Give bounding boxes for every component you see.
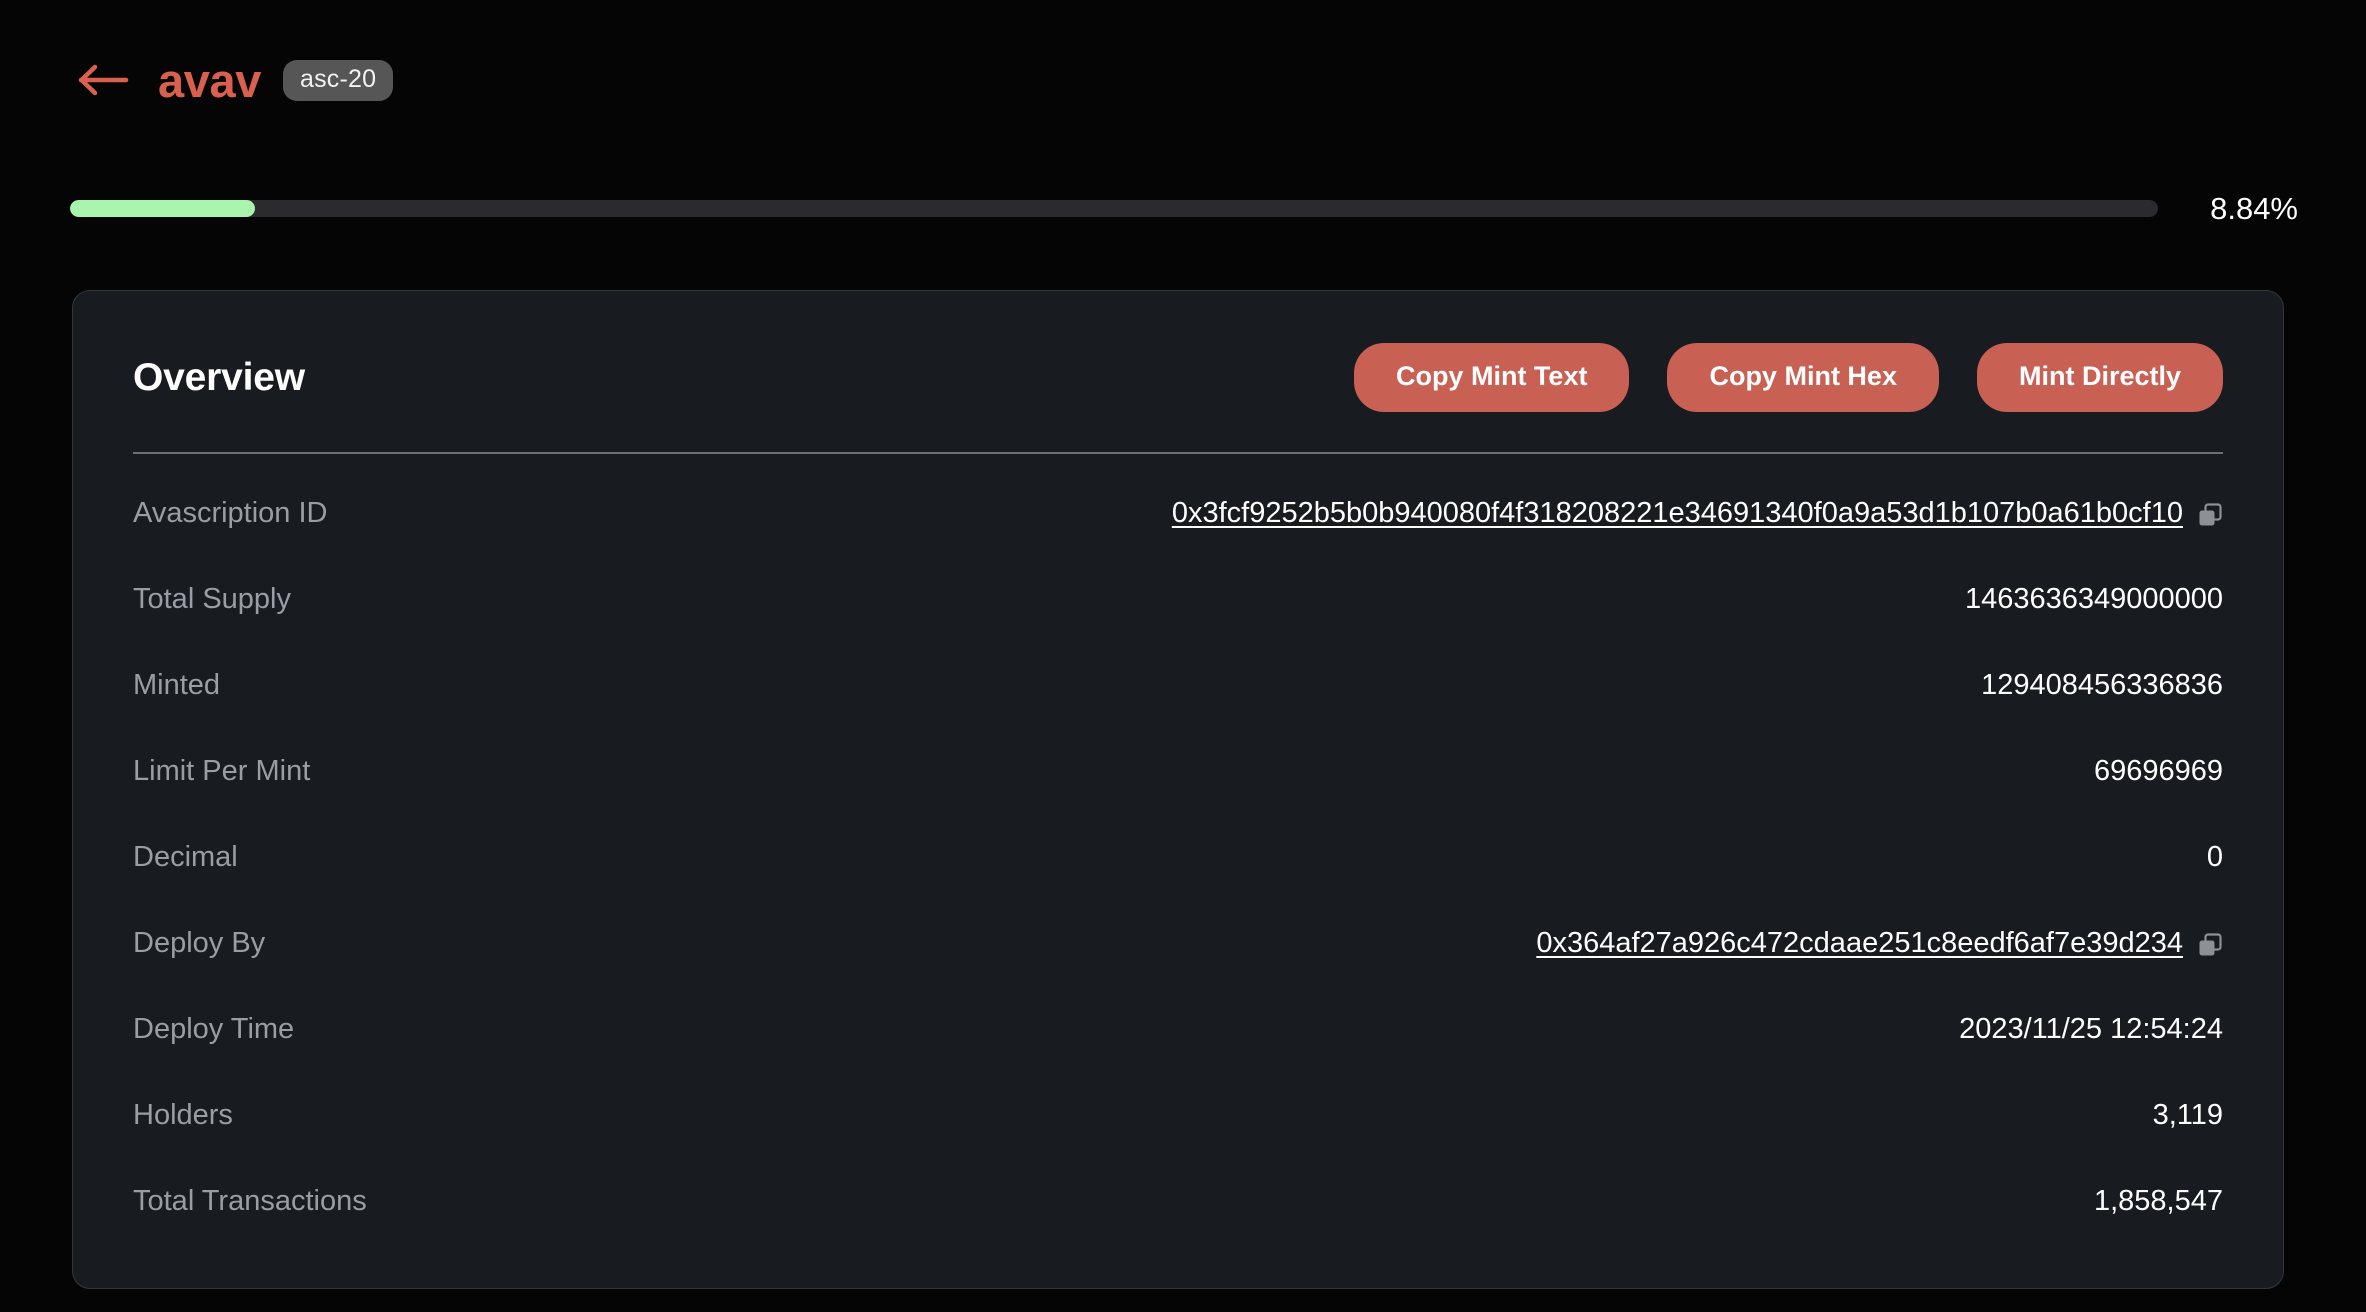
detail-row: Minted 129408456336836 bbox=[133, 642, 2223, 728]
overview-title: Overview bbox=[133, 355, 305, 399]
detail-row-value: 129408456336836 bbox=[1981, 669, 2223, 702]
detail-row-value-text: 1463636349000000 bbox=[1964, 582, 2223, 615]
detail-row-value: 0 bbox=[2207, 841, 2223, 874]
back-arrow-icon[interactable] bbox=[78, 54, 130, 106]
copy-mint-text-button[interactable]: Copy Mint Text bbox=[1353, 343, 1630, 412]
detail-row-value-text: 0 bbox=[2206, 840, 2223, 873]
progress-percent-label: 8.84% bbox=[2210, 191, 2298, 226]
mint-progress: 8.84% bbox=[70, 193, 2298, 224]
detail-row-value: 0x3fcf9252b5b0b940080f4f318208221e346913… bbox=[1172, 497, 2223, 530]
overview-card: Overview Copy Mint Text Copy Mint Hex Mi… bbox=[72, 290, 2284, 1289]
detail-row-label: Avascription ID bbox=[133, 496, 328, 529]
action-button-group: Copy Mint Text Copy Mint Hex Mint Direct… bbox=[1353, 343, 2223, 412]
detail-row-value-text: 2023/11/25 12:54:24 bbox=[1959, 1012, 2223, 1045]
overview-detail-list: Avascription ID 0x3fcf9252b5b0b940080f4f3… bbox=[133, 454, 2223, 1244]
detail-row-value: 2023/11/25 12:54:24 bbox=[1959, 1013, 2223, 1046]
detail-row: Deploy Time 2023/11/25 12:54:24 bbox=[133, 986, 2223, 1072]
detail-row-label: Total Supply bbox=[133, 582, 291, 615]
detail-row: Deploy By 0x364af27a926c472cdaae251c8eedf… bbox=[133, 900, 2223, 986]
overview-card-header: Overview Copy Mint Text Copy Mint Hex Mi… bbox=[133, 343, 2223, 452]
title-group: avav asc-20 bbox=[158, 53, 394, 107]
detail-row-value-text: 129408456336836 bbox=[1981, 668, 2223, 701]
detail-row-value: 69696969 bbox=[2094, 755, 2223, 788]
detail-row-value: 0x364af27a926c472cdaae251c8eedf6af7e39d2… bbox=[1536, 927, 2223, 960]
mint-directly-button[interactable]: Mint Directly bbox=[1976, 343, 2223, 412]
copy-icon[interactable] bbox=[2197, 932, 2223, 958]
detail-row: Limit Per Mint 69696969 bbox=[133, 728, 2223, 814]
detail-row: Total Supply 1463636349000000 bbox=[133, 556, 2223, 642]
detail-row: Decimal 0 bbox=[133, 814, 2223, 900]
detail-row-value: 3,119 bbox=[2153, 1099, 2223, 1132]
detail-row-label: Holders bbox=[133, 1098, 233, 1131]
progress-track bbox=[70, 200, 2158, 217]
detail-row-value-link[interactable]: 0x364af27a926c472cdaae251c8eedf6af7e39d2… bbox=[1536, 927, 2183, 960]
copy-mint-hex-button[interactable]: Copy Mint Hex bbox=[1667, 343, 1939, 412]
detail-row-value: 1463636349000000 bbox=[1965, 583, 2223, 616]
progress-fill bbox=[70, 200, 255, 217]
detail-row-label: Decimal bbox=[133, 840, 238, 873]
detail-row: Holders 3,119 bbox=[133, 1072, 2223, 1158]
detail-row-value-text: 69696969 bbox=[2093, 754, 2223, 787]
detail-row-label: Deploy By bbox=[133, 926, 266, 959]
detail-row-label: Deploy Time bbox=[133, 1012, 295, 1045]
detail-row: Total Transactions 1,858,547 bbox=[133, 1158, 2223, 1244]
detail-row-label: Limit Per Mint bbox=[133, 754, 311, 787]
standard-badge: asc-20 bbox=[282, 59, 394, 101]
page-root: avav asc-20 8.84% Overview Copy Mint Tex… bbox=[0, 0, 2366, 1312]
page-header: avav asc-20 bbox=[0, 0, 2366, 160]
detail-row-value-link[interactable]: 0x3fcf9252b5b0b940080f4f318208221e346913… bbox=[1172, 497, 2183, 530]
detail-row: Avascription ID 0x3fcf9252b5b0b940080f4f3… bbox=[133, 470, 2223, 556]
detail-row-label: Total Transactions bbox=[133, 1184, 367, 1217]
detail-row-label: Minted bbox=[133, 668, 221, 701]
copy-icon[interactable] bbox=[2197, 502, 2223, 528]
detail-row-value: 1,858,547 bbox=[2094, 1185, 2223, 1218]
detail-row-value-text: 1,858,547 bbox=[2093, 1184, 2223, 1217]
page-title: avav bbox=[158, 53, 261, 107]
detail-row-value-text: 3,119 bbox=[2152, 1098, 2223, 1131]
